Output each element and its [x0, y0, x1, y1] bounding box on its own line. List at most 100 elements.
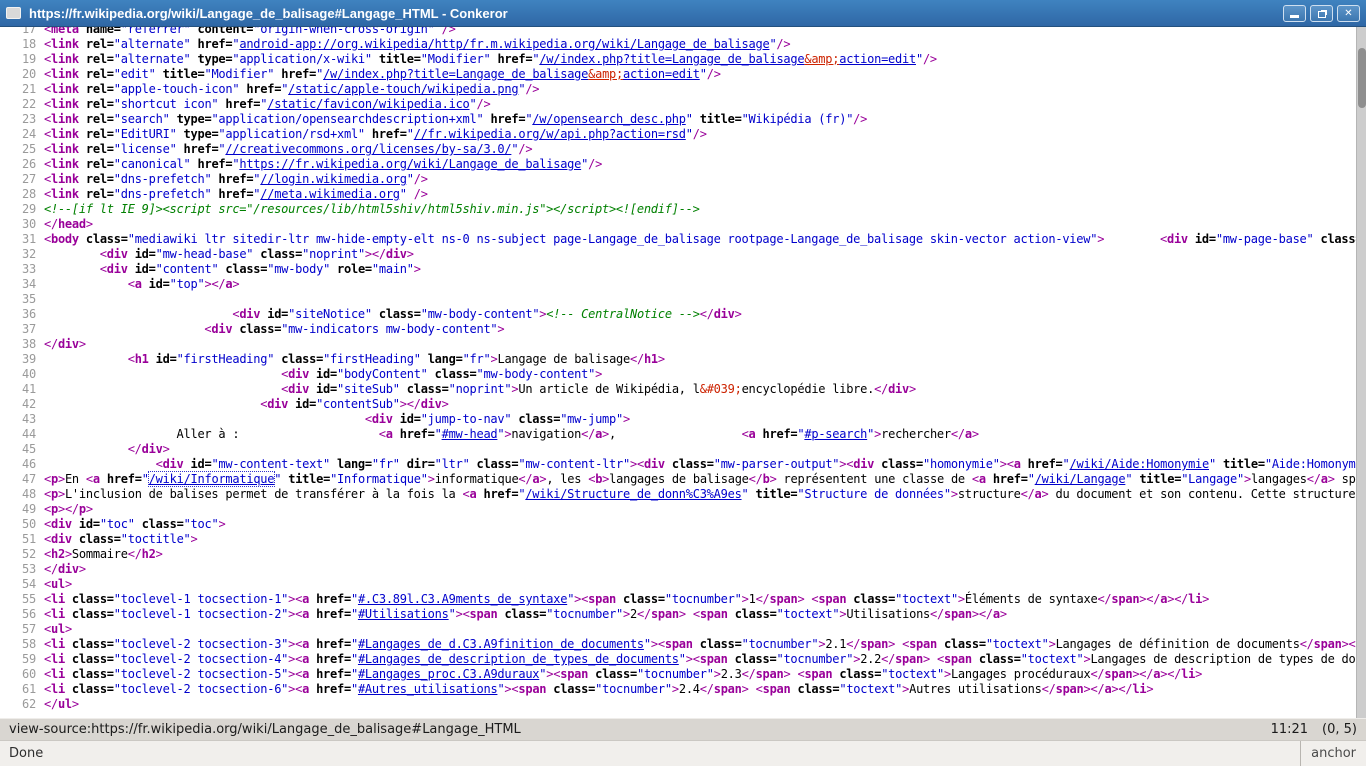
source-token [79, 37, 86, 51]
source-link[interactable]: #Langages_de_d.C3.A9finition_de_document… [358, 637, 644, 651]
source-link[interactable]: //meta.wikimedia.org [260, 187, 400, 201]
source-link[interactable]: /wiki/Structure_de_donn%C3%A9es [525, 487, 741, 501]
source-token: >< [456, 607, 470, 621]
source-token: </ [1090, 667, 1104, 681]
source-token [177, 142, 184, 156]
source-link[interactable]: #.C3.89l.C3.A9ments_de_syntaxe [358, 592, 567, 606]
source-link[interactable]: action=edit [839, 52, 916, 66]
source-token: < [44, 502, 51, 516]
source-link[interactable]: /static/apple-touch/wikipedia.png [288, 82, 518, 96]
source-token: span [818, 592, 846, 606]
source-token: </ [128, 442, 142, 456]
line-number: 26 [0, 157, 36, 172]
source-token: < [44, 547, 51, 561]
source-token: 2.4 [679, 682, 700, 696]
source-token: class= [700, 637, 742, 651]
source-token: 2.2 [860, 652, 881, 666]
source-link[interactable]: //login.wikimedia.org [260, 172, 406, 186]
source-token: Langage de balisage [497, 352, 630, 366]
source-link[interactable]: /w/opensearch_desc.php [532, 112, 685, 126]
minimize-button[interactable] [1283, 5, 1306, 22]
source-token: " [142, 472, 149, 486]
source-token: "application/rsd+xml" [218, 127, 364, 141]
restore-button[interactable] [1310, 5, 1333, 22]
source-line: 32 <div id="mw-head-base" class="noprint… [0, 247, 1356, 262]
source-token: ul [51, 577, 65, 591]
source-link[interactable]: &amp; [804, 52, 839, 66]
source-token: encyclopédie libre. [742, 382, 875, 396]
source-token [330, 262, 337, 276]
source-token: < [693, 607, 700, 621]
line-number: 31 [0, 232, 36, 247]
source-token: > [944, 667, 951, 681]
source-token: p [51, 502, 58, 516]
source-token: ></ [1160, 667, 1181, 681]
source-token: href= [281, 67, 316, 81]
source-token: < [756, 682, 763, 696]
source-token: rel= [86, 127, 114, 141]
source-link[interactable]: #mw-head [442, 427, 498, 441]
source-link[interactable]: #p-search [804, 427, 867, 441]
source-token: </ [630, 352, 644, 366]
source-token: < [44, 67, 51, 81]
source-link[interactable]: #Langages_proc.C3.A9duraux [358, 667, 539, 681]
source-token [393, 412, 400, 426]
source-line: 50<div id="toc" class="toc"> [0, 517, 1356, 532]
source-token: > [1244, 472, 1251, 486]
source-token: href= [497, 52, 532, 66]
source-link[interactable]: #Autres_utilisations [358, 682, 498, 696]
window-menu-icon[interactable] [6, 7, 21, 19]
vertical-scrollbar[interactable] [1356, 27, 1366, 718]
close-button[interactable]: ✕ [1337, 5, 1360, 22]
source-link[interactable]: /w/index.php?title=Langage_de_balisage [539, 52, 804, 66]
source-token: h2 [142, 547, 156, 561]
source-link[interactable]: /w/index.php?title=Langage_de_balisage [323, 67, 588, 81]
modeline-clock: 11:21 [1271, 722, 1308, 737]
source-link[interactable]: &amp; [588, 67, 623, 81]
source-token: > [58, 472, 65, 486]
source-token: > [658, 352, 665, 366]
source-line: 25<link rel="license" href="//creativeco… [0, 142, 1356, 157]
source-token [128, 247, 135, 261]
source-token: span [1314, 637, 1342, 651]
source-token [79, 52, 86, 66]
source-link[interactable]: action=edit [623, 67, 700, 81]
source-token: "toclevel-2 tocsection-6" [114, 682, 288, 696]
source-link[interactable]: /wiki/Langage [1035, 472, 1126, 486]
source-token: class= [477, 457, 519, 471]
source-token: </ [1300, 637, 1314, 651]
source-link[interactable]: #Langages_de_description_de_types_de_doc… [358, 652, 679, 666]
source-token: class= [944, 637, 986, 651]
source-link[interactable]: https://fr.wikipedia.org/wiki/Langage_de… [239, 157, 581, 171]
source-token: a [1014, 457, 1021, 471]
source-link[interactable]: android-app://org.wikipedia/http/fr.m.wi… [239, 37, 769, 51]
source-token: > [1146, 682, 1153, 696]
source-token: "tocnumber" [546, 607, 623, 621]
source-view[interactable]: 17<meta name="referrer" content="origin-… [0, 27, 1356, 718]
source-token: id= [316, 367, 337, 381]
source-token [79, 232, 86, 246]
source-token: " [351, 652, 358, 666]
modeline: view-source:https://fr.wikipedia.org/wik… [0, 718, 1366, 740]
source-link[interactable]: /wiki/Aide:Homonymie [1070, 457, 1210, 471]
source-token: > [923, 652, 930, 666]
source-token: meta [51, 27, 79, 36]
source-token: < [128, 277, 135, 291]
source-link[interactable]: /static/favicon/wikipedia.ico [267, 97, 469, 111]
window-titlebar[interactable]: https://fr.wikipedia.org/wiki/Langage_de… [0, 0, 1366, 27]
source-token: informatique [435, 472, 519, 486]
line-number: 53 [0, 562, 36, 577]
source-token [44, 322, 204, 336]
source-token: link [51, 142, 79, 156]
source-token: "firstHeading" [177, 352, 275, 366]
source-link[interactable]: //fr.wikipedia.org/w/api.php?action=rsd [414, 127, 686, 141]
source-token [79, 187, 86, 201]
source-link[interactable]: #Utilisations [358, 607, 449, 621]
line-number: 39 [0, 352, 36, 367]
source-link[interactable]: //creativecommons.org/licenses/by-sa/3.0… [225, 142, 511, 156]
source-token: langages [1251, 472, 1307, 486]
scrollbar-thumb[interactable] [1358, 48, 1366, 108]
source-token: </ [637, 607, 651, 621]
source-link-focused[interactable]: /wiki/Informatique [149, 472, 275, 486]
source-token: "origin-when-cross-origin" [253, 27, 434, 36]
